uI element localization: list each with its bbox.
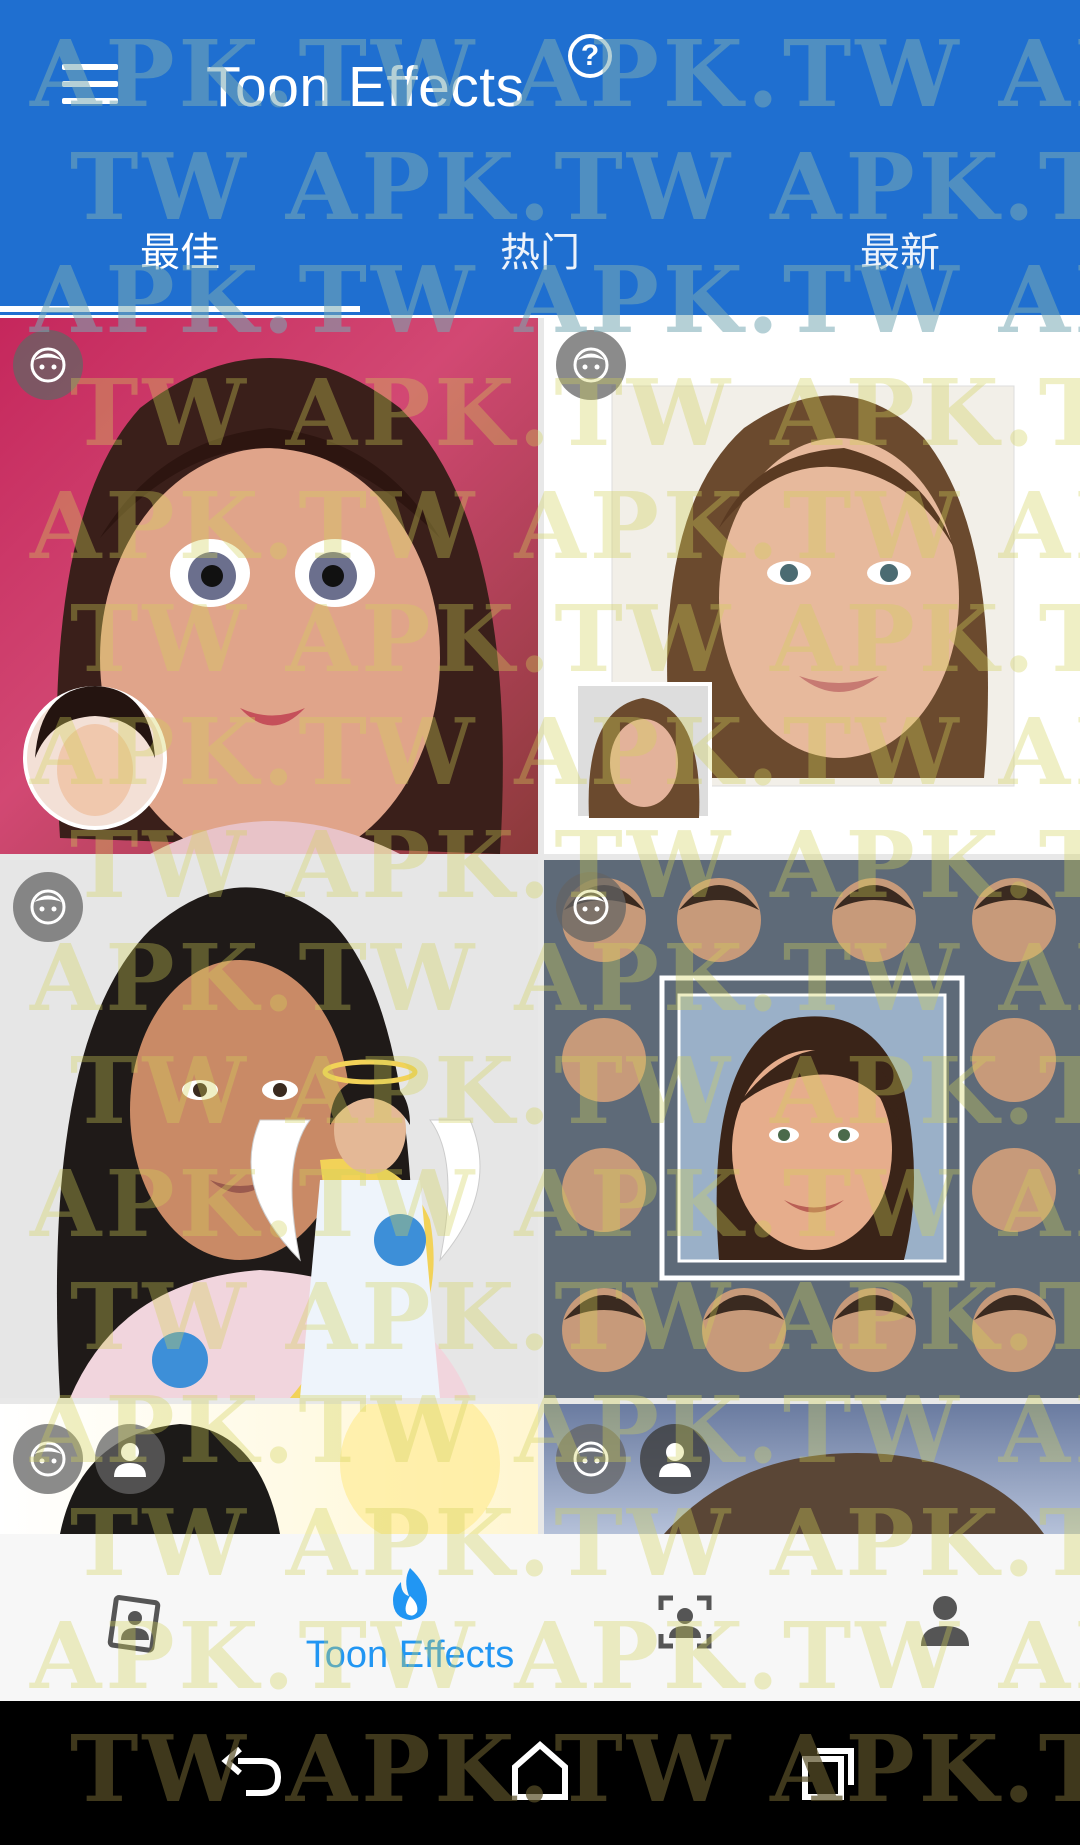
person-icon	[921, 1596, 969, 1646]
card-sketch-portrait[interactable]	[544, 318, 1080, 854]
nav-face-scan[interactable]	[620, 1534, 750, 1701]
home-icon[interactable]	[505, 1741, 575, 1801]
card-partial-right[interactable]	[544, 1404, 1080, 1534]
tab-indicator	[0, 306, 360, 312]
tab-popular[interactable]: 热门	[360, 200, 720, 315]
card-celebrity-collage[interactable]	[544, 860, 1080, 1398]
app-bar: Toon Effects ? 最佳 热门 最新	[0, 0, 1080, 315]
help-icon[interactable]: ?	[568, 34, 612, 78]
nav-profile[interactable]	[880, 1534, 1010, 1701]
tab-best[interactable]: 最佳	[0, 200, 360, 315]
nav-toon-effects[interactable]: Toon Effects	[270, 1534, 550, 1701]
person-icon[interactable]	[95, 1424, 165, 1494]
back-arrow-icon[interactable]	[218, 1741, 288, 1801]
celebrity-collage-image	[562, 878, 1056, 1372]
bottom-navigation: Toon Effects	[0, 1534, 1080, 1701]
recents-icon[interactable]	[795, 1741, 865, 1801]
nav-toon-effects-label: Toon Effects	[305, 1634, 515, 1676]
cartoon-face-icon[interactable]	[13, 872, 83, 942]
sketch-portrait-image	[574, 385, 1015, 820]
system-navigation-bar	[0, 1701, 1080, 1845]
tab-bar: 最佳 热门 最新	[0, 200, 1080, 315]
cartoon-face-icon[interactable]	[556, 872, 626, 942]
person-icon[interactable]	[640, 1424, 710, 1494]
face-scan-icon	[658, 1595, 712, 1649]
menu-icon[interactable]	[62, 64, 118, 104]
cartoon-face-icon[interactable]	[556, 1424, 626, 1494]
nav-portrait[interactable]	[70, 1534, 200, 1701]
cartoon-face-icon[interactable]	[13, 1424, 83, 1494]
card-partial-left[interactable]	[0, 1404, 538, 1534]
flame-icon	[393, 1568, 427, 1620]
cartoon-face-icon[interactable]	[556, 330, 626, 400]
app-title: Toon Effects	[206, 55, 525, 119]
cartoon-face-icon[interactable]	[13, 330, 83, 400]
angel-sticker-image	[56, 887, 481, 1398]
tab-newest[interactable]: 最新	[720, 200, 1080, 315]
card-cartoon-girl[interactable]	[0, 318, 538, 854]
photo-portrait-icon	[107, 1595, 161, 1653]
card-angel-sticker[interactable]	[0, 860, 538, 1398]
effects-grid	[0, 318, 1080, 1534]
cartoon-girl-image	[23, 358, 503, 854]
